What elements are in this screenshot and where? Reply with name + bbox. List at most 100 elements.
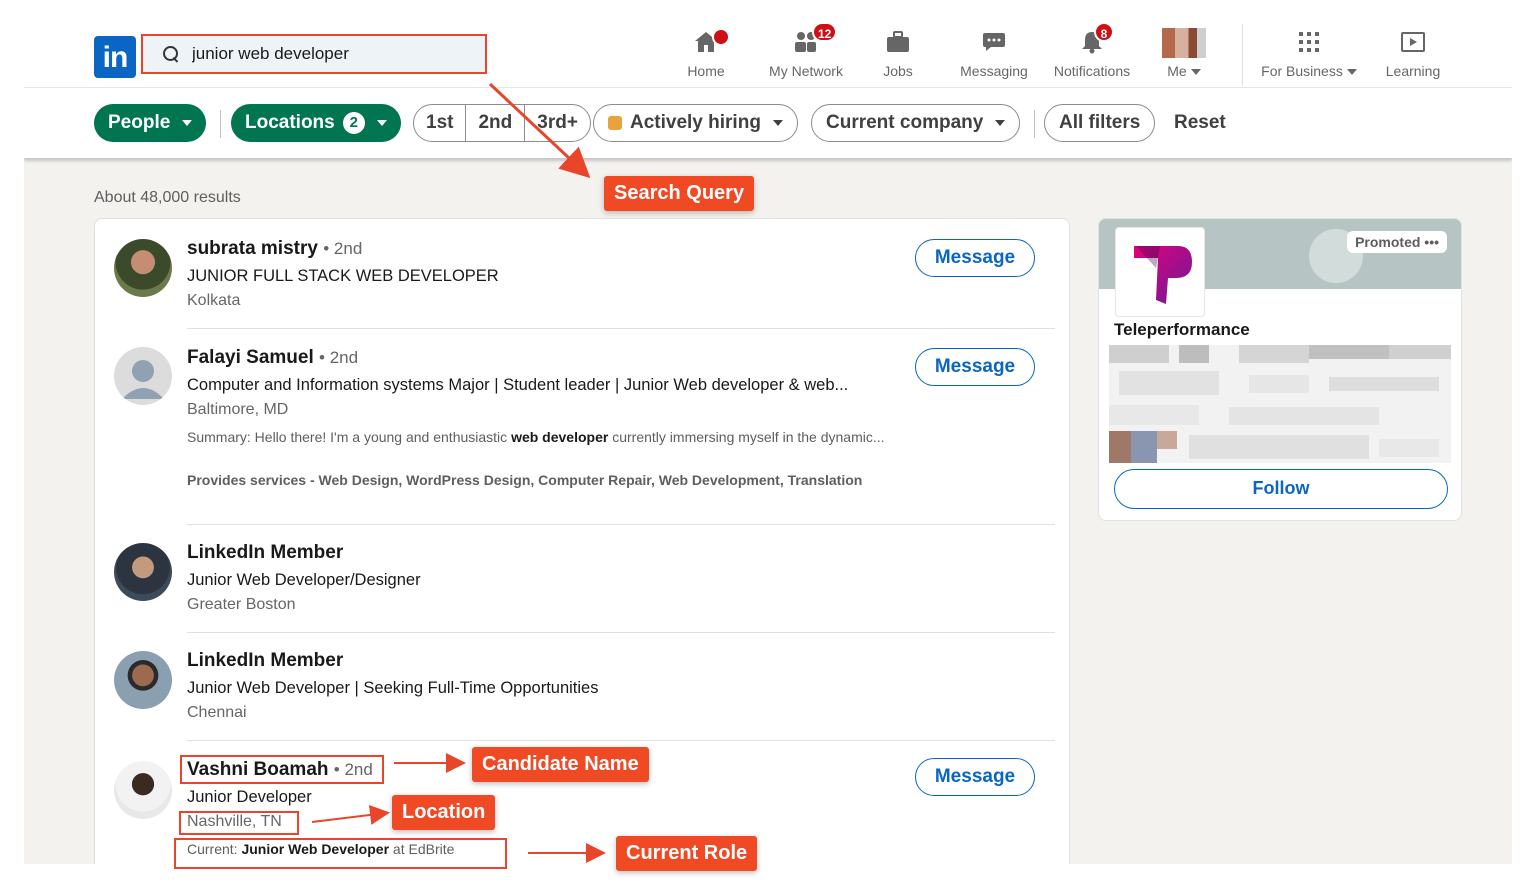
me-label: Me <box>1167 63 1187 79</box>
degree-1st[interactable]: 1st <box>414 105 467 141</box>
locations-filter[interactable]: Locations 2 <box>231 104 401 142</box>
search-query-highlight <box>141 34 487 74</box>
candidate-name-highlight <box>180 755 384 784</box>
summary: Summary: Hello there! I'm a young and en… <box>187 428 907 447</box>
headline: Junior Developer <box>187 788 312 806</box>
candidate-name[interactable]: subrata mistry • 2nd <box>187 238 362 260</box>
reset-button[interactable]: Reset <box>1174 112 1226 134</box>
avatar[interactable] <box>114 239 172 297</box>
nav-label: Me <box>1167 63 1201 79</box>
avatar[interactable] <box>114 543 172 601</box>
degree-2nd[interactable]: 2nd <box>466 105 526 141</box>
filter-bar: People Locations 2 1st 2nd 3rd+ Actively… <box>24 88 1512 158</box>
degree-3rd[interactable]: 3rd+ <box>525 105 590 141</box>
actively-hiring-label: Actively hiring <box>630 112 761 133</box>
location-callout: Location <box>392 795 496 830</box>
chevron-down-icon <box>376 120 387 126</box>
message-button[interactable]: Message <box>915 348 1035 386</box>
candidate-name-callout: Candidate Name <box>472 747 649 782</box>
nav-label: Jobs <box>883 63 913 79</box>
nav-messaging[interactable]: Messaging <box>954 26 1034 84</box>
notifications-badge: 8 <box>1094 22 1114 42</box>
for-business-label: For Business <box>1261 63 1343 79</box>
chevron-down-icon <box>1190 69 1201 76</box>
blurred-content <box>1109 345 1451 463</box>
headline: Junior Web Developer | Seeking Full-Time… <box>187 679 599 697</box>
chevron-down-icon <box>772 120 783 126</box>
avatar[interactable] <box>114 761 172 819</box>
nav-jobs[interactable]: Jobs <box>868 26 928 84</box>
location: Greater Boston <box>187 596 296 613</box>
chevron-down-icon <box>182 120 193 126</box>
network-badge: 12 <box>812 22 838 42</box>
candidate-name[interactable]: Falayi Samuel • 2nd <box>187 347 358 369</box>
hiring-icon <box>608 116 622 130</box>
current-role-highlight <box>174 838 507 869</box>
message-button[interactable]: Message <box>915 239 1035 277</box>
nav-learning[interactable]: Learning <box>1379 26 1447 84</box>
chevron-down-icon <box>995 120 1006 126</box>
services: Provides services - Web Design, WordPres… <box>187 472 863 488</box>
learning-icon <box>1401 32 1425 52</box>
name-text: subrata mistry <box>187 238 318 259</box>
name-text: Falayi Samuel <box>187 347 314 368</box>
headline: JUNIOR FULL STACK WEB DEVELOPER <box>187 267 499 285</box>
company-name[interactable]: Teleperformance <box>1114 320 1250 340</box>
follow-button[interactable]: Follow <box>1114 469 1448 509</box>
people-filter-label: People <box>108 112 171 133</box>
summary-text: currently immersing myself in the dynami… <box>608 429 885 445</box>
headline: Computer and Information systems Major |… <box>187 376 849 394</box>
chat-icon <box>983 33 1005 51</box>
nav-notifications[interactable]: 8 Notifications <box>1046 22 1138 84</box>
all-filters-button[interactable]: All filters <box>1044 104 1156 142</box>
default-avatar-icon <box>122 360 164 399</box>
location: Baltimore, MD <box>187 401 289 418</box>
actively-hiring-filter[interactable]: Actively hiring <box>593 104 798 142</box>
summary-highlight: web developer <box>511 429 609 445</box>
list-item: Falayi Samuel • 2nd Computer and Informa… <box>95 329 1071 525</box>
nav-label: Notifications <box>1053 63 1131 79</box>
nav-label: Messaging <box>960 63 1028 79</box>
filter-divider <box>220 110 221 138</box>
avatar <box>1162 28 1206 58</box>
people-filter[interactable]: People <box>94 104 207 142</box>
summary-text: Summary: Hello there! I'm a young and en… <box>187 429 512 445</box>
candidate-name[interactable]: LinkedIn Member <box>187 542 343 564</box>
search-query-callout: Search Query <box>604 176 755 211</box>
nav-label: Home <box>687 63 725 79</box>
nav-home[interactable]: Home <box>676 26 736 84</box>
promoted-ad-card: Promoted ••• Teleperformance Follow <box>1098 218 1462 521</box>
home-notification-dot <box>712 28 730 46</box>
avatar[interactable] <box>114 651 172 709</box>
headline: Junior Web Developer/Designer <box>187 571 421 589</box>
nav-label: Learning <box>1385 63 1441 79</box>
nav-me[interactable]: Me <box>1154 26 1214 84</box>
connection-degree: • 2nd <box>323 239 363 258</box>
avatar[interactable] <box>114 347 172 405</box>
nav-for-business[interactable]: For Business <box>1254 26 1364 84</box>
location-highlight <box>179 811 299 835</box>
grid-icon <box>1299 32 1319 52</box>
filter-divider <box>1034 110 1035 138</box>
company-logo[interactable] <box>1115 227 1205 317</box>
teleperformance-logo-icon <box>1134 246 1192 304</box>
connection-degree-filter: 1st 2nd 3rd+ <box>413 104 591 142</box>
nav-label: For Business <box>1261 63 1357 79</box>
list-item: subrata mistry • 2nd JUNIOR FULL STACK W… <box>95 219 1071 329</box>
linkedin-logo[interactable]: in <box>94 36 136 78</box>
nav-divider <box>1242 24 1243 86</box>
briefcase-icon <box>887 31 909 52</box>
nav-my-network[interactable]: 12 My Network <box>758 22 854 84</box>
promoted-label[interactable]: Promoted ••• <box>1347 231 1447 253</box>
message-button[interactable]: Message <box>915 758 1035 796</box>
list-item: LinkedIn Member Junior Web Developer | S… <box>95 633 1071 741</box>
current-company-label: Current company <box>826 112 984 133</box>
current-role-callout: Current Role <box>616 836 758 871</box>
list-item: LinkedIn Member Junior Web Developer/Des… <box>95 525 1071 633</box>
chevron-down-icon <box>1346 69 1357 76</box>
results-count: About 48,000 results <box>94 189 241 206</box>
current-company-filter[interactable]: Current company <box>811 104 1021 142</box>
connection-degree: • 2nd <box>319 348 359 367</box>
location: Kolkata <box>187 292 241 309</box>
candidate-name[interactable]: LinkedIn Member <box>187 650 343 672</box>
